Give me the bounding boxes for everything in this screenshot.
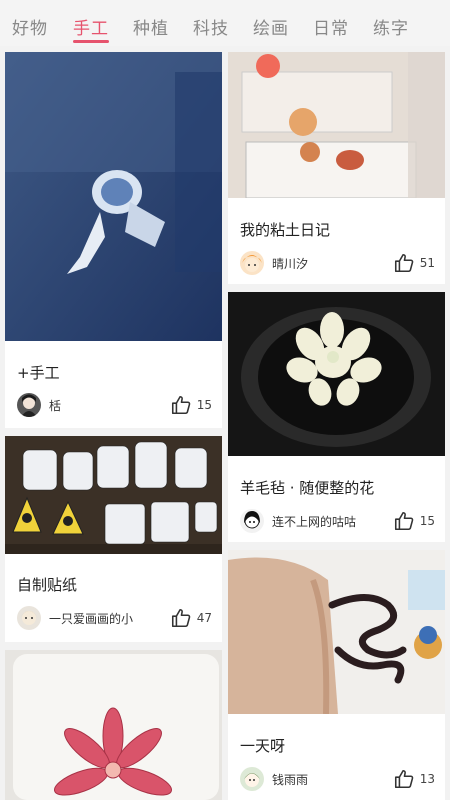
avatar[interactable] xyxy=(17,606,41,630)
like-button[interactable]: 15 xyxy=(393,509,435,533)
post-thumbnail xyxy=(228,292,445,456)
author-name[interactable]: 晴川汐 xyxy=(272,255,308,272)
like-count: 47 xyxy=(196,611,212,625)
post-title: 自制贴纸 xyxy=(17,576,78,594)
post-thumbnail xyxy=(5,650,222,800)
post-card[interactable]: +手工 栝 15 xyxy=(5,52,222,428)
post-title: 我的粘土日记 xyxy=(240,221,331,239)
post-title: 羊毛毡 · 随便整的花 xyxy=(240,479,375,497)
thumbs-up-icon xyxy=(394,769,414,789)
post-title: 一天呀 xyxy=(240,737,286,755)
avatar[interactable] xyxy=(240,509,264,533)
tab-lianzi[interactable]: 练字 xyxy=(373,14,409,39)
post-thumbnail xyxy=(5,52,222,341)
avatar[interactable] xyxy=(240,251,264,275)
avatar[interactable] xyxy=(240,767,264,791)
author-row: 晴川汐 51 xyxy=(240,251,435,277)
tab-huihua[interactable]: 绘画 xyxy=(253,14,289,39)
like-count: 15 xyxy=(419,514,435,528)
author-name[interactable]: 连不上网的咕咕 xyxy=(272,513,356,530)
author-name[interactable]: 钱雨雨 xyxy=(272,771,308,788)
post-title: +手工 xyxy=(17,364,60,382)
author-name[interactable]: 栝 xyxy=(49,397,61,414)
tab-keji[interactable]: 科技 xyxy=(193,14,229,39)
tab-richang[interactable]: 日常 xyxy=(313,14,349,39)
avatar[interactable] xyxy=(17,393,41,417)
thumbs-up-icon xyxy=(171,608,191,628)
author-name[interactable]: 一只爱画画的小 xyxy=(49,610,133,627)
active-tab-indicator xyxy=(73,40,109,43)
tab-haowu[interactable]: 好物 xyxy=(12,14,48,39)
like-button[interactable]: 51 xyxy=(393,251,435,275)
author-row: 钱雨雨 13 xyxy=(240,767,435,793)
thumbs-up-icon xyxy=(394,511,414,531)
author-row: 栝 15 xyxy=(17,393,212,419)
post-card[interactable] xyxy=(5,650,222,800)
post-card[interactable]: 一天呀 钱雨雨 13 xyxy=(228,550,445,800)
tab-shougong[interactable]: 手工 xyxy=(73,14,109,39)
tab-zhongzhi[interactable]: 种植 xyxy=(133,14,169,39)
author-row: 一只爱画画的小 47 xyxy=(17,606,212,632)
like-count: 51 xyxy=(419,256,435,270)
author-row: 连不上网的咕咕 15 xyxy=(240,509,435,535)
like-count: 13 xyxy=(419,772,435,786)
post-card[interactable]: 自制贴纸 一只爱画画的小 47 xyxy=(5,436,222,642)
category-tab-bar: 好物 手工 种植 科技 绘画 日常 练字 xyxy=(0,0,450,46)
post-thumbnail xyxy=(228,52,445,198)
post-thumbnail xyxy=(5,436,222,554)
thumbs-up-icon xyxy=(171,395,191,415)
like-button[interactable]: 15 xyxy=(170,393,212,417)
thumbs-up-icon xyxy=(394,253,414,273)
post-card[interactable]: 我的粘土日记 晴川汐 51 xyxy=(228,52,445,284)
like-button[interactable]: 47 xyxy=(170,606,212,630)
like-count: 15 xyxy=(196,398,212,412)
post-card[interactable]: 羊毛毡 · 随便整的花 连不上网的咕咕 15 xyxy=(228,292,445,542)
post-thumbnail xyxy=(228,550,445,714)
like-button[interactable]: 13 xyxy=(393,767,435,791)
